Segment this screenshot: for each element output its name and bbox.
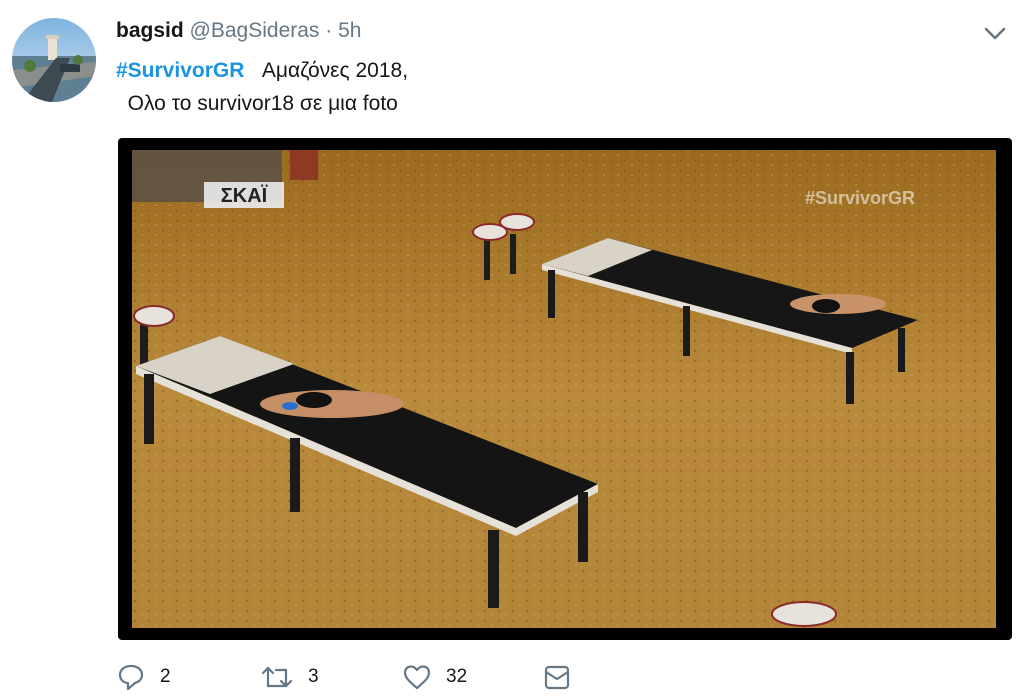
- reply-icon: [116, 662, 146, 692]
- channel-logo: ΣΚΑΪ: [204, 182, 284, 208]
- direct-message-icon: [542, 662, 572, 692]
- display-name[interactable]: bagsid: [116, 19, 184, 42]
- retweet-button[interactable]: 3: [260, 660, 319, 694]
- like-icon: [402, 662, 432, 692]
- user-handle[interactable]: @BagSideras: [190, 19, 320, 42]
- tweet: bagsid @BagSideras · 5h #SurvivorGR Αμαζ…: [0, 0, 1024, 700]
- retweet-count: 3: [308, 666, 319, 687]
- reply-count: 2: [160, 666, 171, 687]
- video-watermark: #SurvivorGR: [805, 188, 915, 208]
- hashtag-link[interactable]: #SurvivorGR: [116, 59, 244, 82]
- like-button[interactable]: 32: [402, 660, 467, 694]
- channel-logo-text: ΣΚΑΪ: [221, 184, 268, 207]
- tweet-header: bagsid @BagSideras · 5h: [116, 18, 361, 44]
- direct-message-button[interactable]: [542, 660, 572, 694]
- tweet-actions: 2 3 32: [116, 660, 716, 696]
- reply-button[interactable]: 2: [116, 660, 171, 694]
- avatar[interactable]: [12, 18, 96, 102]
- retweet-icon: [260, 662, 294, 692]
- tweet-text: #SurvivorGR Αμαζόνες 2018, Ολο το surviv…: [116, 54, 408, 120]
- caret-down-icon[interactable]: [980, 20, 1010, 46]
- separator-dot: ·: [325, 19, 333, 42]
- tweet-media-image[interactable]: ΣΚΑΪ #SurvivorGR: [118, 138, 1012, 640]
- like-count: 32: [446, 666, 468, 687]
- tweet-text-line2: Ολο το survivor18 σε μια foto: [116, 92, 398, 115]
- timestamp[interactable]: 5h: [338, 19, 361, 42]
- tweet-text-line1: Αμαζόνες 2018,: [244, 59, 409, 82]
